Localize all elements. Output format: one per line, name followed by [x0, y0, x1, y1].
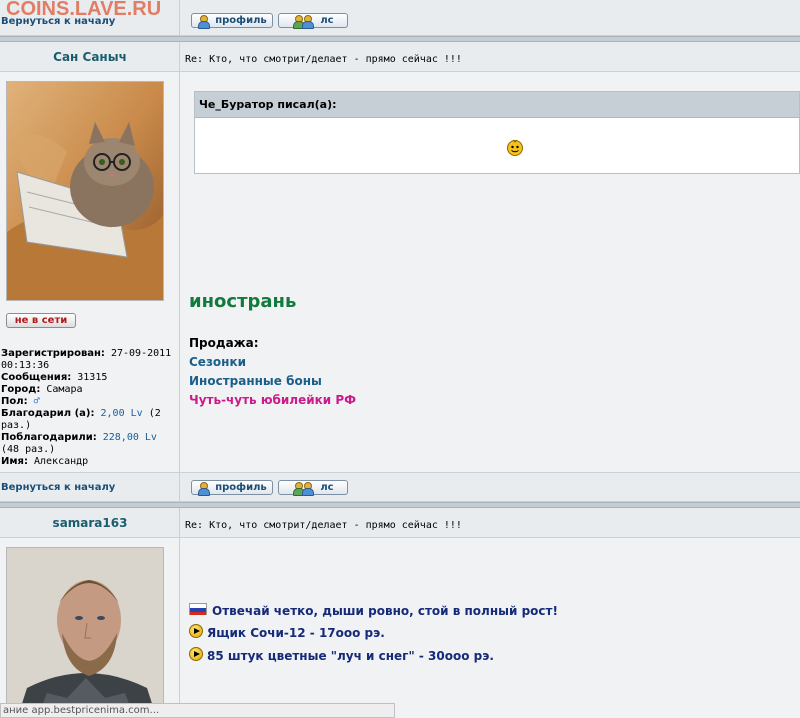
profile-button[interactable]: профиль	[191, 480, 273, 496]
user-icon	[197, 481, 211, 496]
signature-line: 85 штук цветные "луч и снег" - 30ооо рэ.	[207, 649, 494, 663]
watermark: COINS.LAVE.RU	[6, 0, 162, 20]
got-thanks-value[interactable]: 228,00 Lv	[103, 432, 157, 443]
quote-author: Че_Буратор писал(а):	[195, 92, 799, 118]
smiley-icon	[507, 139, 523, 156]
name-label: Имя:	[1, 456, 28, 467]
users-icon	[292, 481, 315, 496]
name-value: Александр	[34, 456, 89, 467]
city-label: Город:	[1, 384, 41, 395]
got-thanks-count: (48 раз.)	[1, 444, 56, 455]
messages-value: 31315	[77, 372, 108, 383]
arrow-right-icon	[189, 647, 203, 661]
pm-button[interactable]: лс	[278, 480, 348, 496]
thanked-value[interactable]: 2,00 Lv	[101, 408, 143, 419]
sale-label: Продажа:	[189, 336, 259, 350]
messages-label: Сообщения:	[1, 372, 72, 383]
post-title: Re: Кто, что смотрит/делает - прямо сейч…	[185, 54, 462, 65]
pm-button-label: лс	[320, 482, 334, 493]
avatar	[6, 81, 164, 301]
cat-avatar-image	[7, 82, 163, 300]
sale-link-foreign-notes[interactable]: Иностранные боны	[189, 374, 322, 388]
registered-label: Зарегистрирован:	[1, 348, 105, 359]
post-title: Re: Кто, что смотрит/делает - прямо сейч…	[185, 520, 462, 531]
pm-button[interactable]: лс	[278, 13, 348, 29]
got-thanks-label: Поблагодарили:	[1, 432, 97, 443]
post-author[interactable]: Сан Саныч	[0, 50, 180, 64]
user-info: Зарегистрирован: 27-09-2011 00:13:36 Соо…	[1, 348, 179, 468]
sale-link-jubilee[interactable]: Чуть-чуть юбилейки РФ	[189, 393, 356, 407]
offline-status-button[interactable]: не в сети	[6, 313, 76, 328]
users-icon	[292, 14, 315, 29]
avatar	[6, 547, 164, 718]
user-icon	[197, 14, 211, 29]
browser-status-bar: ание app.bestpricenima.com...	[0, 703, 395, 718]
quote-block: Че_Буратор писал(а):	[194, 91, 800, 174]
signature-title: инострань	[189, 291, 297, 312]
sale-link-seasons[interactable]: Сезонки	[189, 355, 246, 369]
thanked-label: Благодарил (а):	[1, 408, 95, 419]
signature-line: Отвечай четко, дыши ровно, стой в полный…	[212, 604, 558, 618]
back-to-top-link[interactable]: Вернуться к началу	[1, 482, 115, 493]
city-value: Самара	[46, 384, 83, 395]
signature-line: Ящик Сочи-12 - 17ооо рэ.	[207, 626, 385, 640]
viking-avatar-image	[7, 548, 163, 718]
gender-label: Пол:	[1, 396, 28, 407]
profile-button-label: профиль	[215, 482, 267, 493]
pm-button-label: лс	[320, 15, 334, 26]
post-footer	[0, 472, 800, 503]
post-author[interactable]: samara163	[0, 516, 180, 530]
profile-button-label: профиль	[215, 15, 267, 26]
profile-button[interactable]: профиль	[191, 13, 273, 29]
russia-flag-icon	[189, 603, 207, 615]
arrow-right-icon	[189, 624, 203, 638]
male-icon: ♂	[33, 396, 40, 407]
